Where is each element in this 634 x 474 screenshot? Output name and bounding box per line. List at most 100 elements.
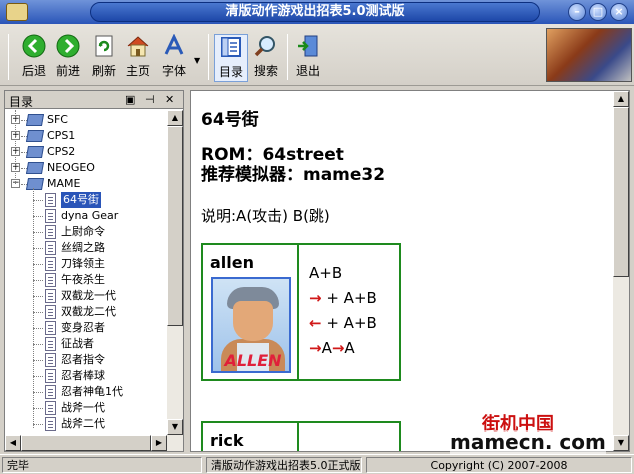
- scroll-up-arrow-icon[interactable]: ▲: [167, 110, 183, 126]
- tree-item-game[interactable]: 丝绸之路: [5, 240, 165, 256]
- move-list: A+B → + A+B ← + A+B →A→A: [309, 261, 377, 361]
- status-app-name: 清版动作游戏出招表5.0正式版: [206, 457, 362, 473]
- refresh-button[interactable]: 刷新: [88, 34, 120, 82]
- font-button[interactable]: 字体: [158, 34, 190, 82]
- document-icon: [45, 305, 56, 319]
- controls-description: 说明:A(攻击) B(跳): [201, 207, 330, 225]
- tree-item-game[interactable]: 忍者神龟1代: [5, 384, 165, 400]
- move-entry: →A→A: [309, 336, 377, 361]
- allen-portrait: ALLEN: [211, 277, 291, 373]
- move-input: A: [344, 339, 355, 357]
- pane-close-icon[interactable]: ✕: [165, 93, 174, 106]
- tree-item-label: NEOGEO: [47, 161, 95, 174]
- tree-item-game[interactable]: 双截龙一代: [5, 288, 165, 304]
- tree-item-game[interactable]: 征战者: [5, 336, 165, 352]
- contents-tree[interactable]: + SFC + CPS1 + CPS2 + NEOGEO − MAME 64号街 dyna Gear 上…: [5, 110, 167, 435]
- back-button[interactable]: 后退: [18, 34, 50, 82]
- tree-item-sfc[interactable]: + SFC: [5, 112, 165, 128]
- tree-item-game[interactable]: 午夜杀生: [5, 272, 165, 288]
- scroll-right-arrow-icon[interactable]: ▶: [151, 435, 167, 451]
- search-label: 搜索: [253, 64, 278, 78]
- tree-item-mame[interactable]: − MAME: [5, 176, 165, 192]
- contents-icon: [221, 37, 241, 57]
- pane-pin-icon[interactable]: ⊣: [145, 93, 155, 106]
- font-dropdown-caret-icon[interactable]: ▼: [194, 56, 200, 65]
- contents-button[interactable]: 目录: [214, 34, 248, 82]
- tree-item-game[interactable]: 64号街: [5, 192, 165, 208]
- tree-item-game[interactable]: 忍者指令: [5, 352, 165, 368]
- exit-button[interactable]: 退出: [292, 34, 324, 82]
- content-vertical-scrollbar[interactable]: ▲ ▼: [613, 91, 629, 451]
- tree-connector: [33, 360, 43, 361]
- tree-vertical-scrollbar[interactable]: ▲ ▼: [167, 110, 183, 435]
- move-entry: ← + A+B: [309, 311, 377, 336]
- tree-connector: [33, 312, 43, 313]
- content-area: 64号街 ROM：64street 推荐模拟器：mame32 说明:A(攻击) …: [191, 91, 614, 451]
- minimize-button[interactable]: –: [568, 3, 586, 21]
- tree-item-label: 忍者指令: [61, 353, 105, 366]
- font-label: 字体: [161, 64, 186, 78]
- exit-label: 退出: [295, 64, 320, 78]
- title-bar[interactable]: 清版动作游戏出招表5.0测试版 – □ ×: [0, 0, 634, 24]
- portrait-label: ALLEN: [224, 351, 282, 370]
- tree-item-game[interactable]: 双截龙二代: [5, 304, 165, 320]
- pane-restore-icon[interactable]: ▣: [125, 93, 135, 106]
- tree-item-game[interactable]: 变身忍者: [5, 320, 165, 336]
- tree-item-label: 刀锋领主: [61, 257, 105, 270]
- content-scroll-up-arrow-icon[interactable]: ▲: [613, 91, 629, 107]
- tree-item-game[interactable]: 上尉命令: [5, 224, 165, 240]
- tree-connector: [33, 232, 43, 233]
- document-icon: [45, 225, 56, 239]
- tree-item-game[interactable]: 忍者棒球: [5, 368, 165, 384]
- tree-item-game[interactable]: 战斧二代: [5, 416, 165, 432]
- exit-door-icon: [298, 35, 318, 57]
- content-scroll-down-arrow-icon[interactable]: ▼: [613, 435, 629, 451]
- document-icon: [45, 289, 56, 303]
- tree-item-game[interactable]: 战斧一代: [5, 400, 165, 416]
- tree-connector-vertical: [33, 188, 34, 428]
- search-button[interactable]: 搜索: [250, 34, 282, 82]
- direction-arrow-icon: ←: [309, 314, 322, 332]
- tree-item-cps2[interactable]: + CPS2: [5, 144, 165, 160]
- document-icon: [45, 209, 56, 223]
- scroll-down-arrow-icon[interactable]: ▼: [167, 419, 183, 435]
- tree-item-neogeo[interactable]: + NEOGEO: [5, 160, 165, 176]
- home-icon: [127, 36, 149, 57]
- tree-hscroll-thumb[interactable]: [21, 435, 151, 451]
- tree-item-label: dyna Gear: [61, 209, 119, 222]
- home-button[interactable]: 主页: [122, 34, 154, 82]
- tree-item-cps1[interactable]: + CPS1: [5, 128, 165, 144]
- tree-horizontal-scrollbar[interactable]: ◀ ▶: [5, 435, 183, 451]
- tree-connector: [33, 376, 43, 377]
- direction-arrow-icon: →: [331, 339, 345, 357]
- tree-item-label: 变身忍者: [61, 321, 105, 334]
- tree-connector: [33, 280, 43, 281]
- tree-item-label: 忍者棒球: [61, 369, 105, 382]
- document-icon: [45, 273, 56, 287]
- tree-scroll-thumb[interactable]: [167, 126, 183, 326]
- tree-item-game[interactable]: 刀锋领主: [5, 256, 165, 272]
- maximize-button[interactable]: □: [589, 3, 607, 21]
- tree-item-label: 64号街: [61, 192, 101, 208]
- tree-connector: [33, 408, 43, 409]
- document-icon: [45, 401, 56, 415]
- character-name: rick: [210, 431, 244, 450]
- tree-item-label: 丝绸之路: [61, 241, 105, 254]
- character-cell: rick: [203, 423, 299, 451]
- tree-connector-vertical: [15, 110, 16, 184]
- scroll-left-arrow-icon[interactable]: ◀: [5, 435, 21, 451]
- move-input: + A+B: [321, 289, 377, 307]
- tree-connector: [33, 216, 43, 217]
- content-scroll-thumb[interactable]: [613, 107, 629, 277]
- tree-item-label: 征战者: [61, 337, 94, 350]
- document-icon: [45, 369, 56, 383]
- tree-item-game[interactable]: dyna Gear: [5, 208, 165, 224]
- tree-item-label: 战斧一代: [61, 401, 105, 414]
- close-button[interactable]: ×: [610, 3, 628, 21]
- tree-connector: [33, 392, 43, 393]
- forward-button[interactable]: 前进: [52, 34, 84, 82]
- tree-item-label: 午夜杀生: [61, 273, 105, 286]
- font-icon: [164, 34, 184, 55]
- move-table-allen: allen ALLEN A+B → + A+B ← + A+B →A→A: [201, 243, 401, 381]
- refresh-icon: [95, 35, 113, 57]
